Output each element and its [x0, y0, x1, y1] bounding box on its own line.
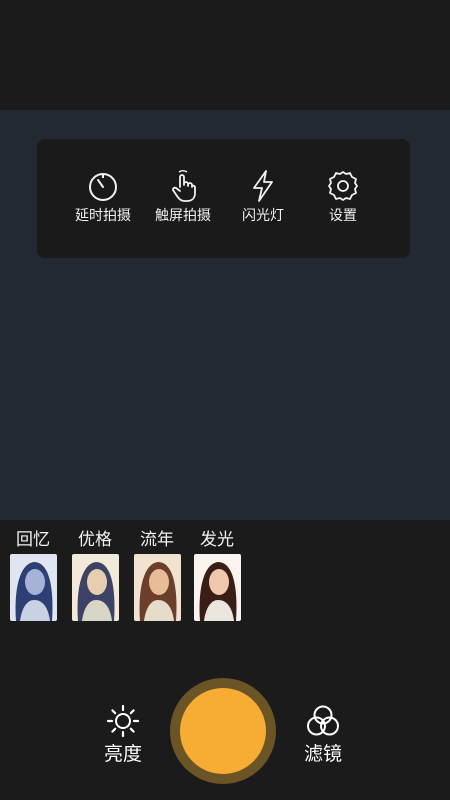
filter-thumbnail	[133, 554, 181, 621]
shutter-inner	[180, 688, 266, 774]
filter-item-youge[interactable]: 优格	[70, 529, 120, 621]
filter-thumbnail	[9, 554, 57, 621]
settings-button[interactable]: 设置	[303, 169, 383, 239]
filter-item-huiyi[interactable]: 回忆	[8, 529, 58, 621]
top-bar	[0, 0, 450, 110]
filter-thumbnail	[71, 554, 119, 621]
brightness-button[interactable]: 亮度	[93, 704, 153, 766]
filter-circles-icon	[307, 705, 339, 736]
filter-label: 流年	[140, 530, 174, 550]
filter-item-faguang[interactable]: 发光	[192, 529, 242, 621]
brightness-label: 亮度	[103, 743, 142, 765]
filter-label: 发光	[200, 530, 234, 550]
filter-button[interactable]: 滤镜	[293, 704, 353, 766]
sun-icon	[106, 704, 140, 738]
touch-shot-button[interactable]: 触屏拍摄	[143, 169, 223, 239]
gear-icon	[328, 171, 358, 201]
filter-label: 优格	[78, 530, 112, 550]
timer-shot-label: 延时拍摄	[75, 208, 131, 224]
touch-hand-icon	[172, 169, 196, 202]
timer-shot-button[interactable]: 延时拍摄	[63, 169, 143, 239]
filter-item-liunian[interactable]: 流年	[132, 529, 182, 621]
filter-label: 滤镜	[303, 743, 342, 765]
flash-icon	[253, 170, 273, 202]
filter-label: 回忆	[16, 530, 50, 550]
camera-settings-panel: 延时拍摄 触屏拍摄 闪光灯 设置	[37, 139, 410, 258]
timer-icon	[89, 173, 117, 201]
touch-shot-label: 触屏拍摄	[155, 208, 211, 224]
shutter-button[interactable]	[170, 678, 276, 784]
flash-label: 闪光灯	[242, 208, 284, 224]
filter-thumbnail	[193, 554, 241, 621]
flash-button[interactable]: 闪光灯	[223, 169, 303, 239]
camera-screen: 延时拍摄 触屏拍摄 闪光灯 设置 回忆 优格 流年 发光 亮度 滤镜	[0, 0, 450, 800]
settings-label: 设置	[329, 208, 357, 224]
